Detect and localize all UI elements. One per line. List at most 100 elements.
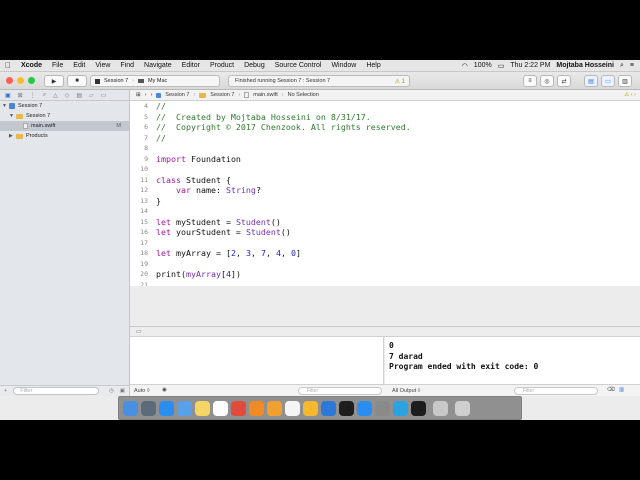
run-button[interactable]: ▶ <box>44 75 64 87</box>
minimize-window-button[interactable] <box>17 77 24 84</box>
hierarchy-icon[interactable]: ⋮ <box>30 92 36 99</box>
user-name[interactable]: Mojtaba Hosseini <box>556 62 614 69</box>
warning-icon[interactable]: △ <box>53 92 58 99</box>
zoom-window-button[interactable] <box>28 77 35 84</box>
standard-editor-button[interactable]: ≡ <box>523 75 537 87</box>
source-editor[interactable]: 456789101112131415161718192021222324 ///… <box>130 101 640 286</box>
line-number[interactable]: 11 <box>130 175 148 186</box>
line-number[interactable]: 8 <box>130 143 148 154</box>
menu-source-control[interactable]: Source Control <box>270 62 327 69</box>
eye-icon[interactable]: ◉ <box>162 387 167 393</box>
line-number[interactable]: 15 <box>130 217 148 228</box>
disclosure-triangle-icon[interactable]: ▶ <box>9 133 16 139</box>
terminal-icon[interactable] <box>411 400 426 416</box>
line-number[interactable]: 9 <box>130 154 148 165</box>
disclosure-triangle-icon[interactable]: ▼ <box>9 113 16 119</box>
line-number[interactable]: 10 <box>130 164 148 175</box>
line-number[interactable]: 16 <box>130 227 148 238</box>
breakpoint-icon[interactable]: ▱ <box>89 92 94 99</box>
jump-bar-group[interactable]: Session 7 <box>210 92 234 98</box>
recent-files-icon[interactable]: ◷ <box>109 388 114 394</box>
debug-icon[interactable]: ▤ <box>76 92 82 99</box>
settings-icon[interactable] <box>375 400 390 416</box>
test-icon[interactable]: ◇ <box>65 92 70 99</box>
firefox-icon[interactable] <box>249 400 264 416</box>
line-number[interactable]: 13 <box>130 196 148 207</box>
all-output-selector[interactable]: All Output ◊ <box>392 388 420 394</box>
split-view-icon[interactable]: ▥ <box>619 387 624 393</box>
apple-icon[interactable]:  <box>0 61 16 70</box>
line-number[interactable]: 7 <box>130 133 148 144</box>
line-number[interactable]: 12 <box>130 185 148 196</box>
jump-bar-file[interactable]: main.swift <box>253 92 277 98</box>
add-icon[interactable]: + <box>4 388 7 394</box>
menu-find[interactable]: Find <box>115 62 139 69</box>
auto-scope-selector[interactable]: Auto ◊ <box>134 388 150 394</box>
menu-xcode[interactable]: Xcode <box>16 62 47 69</box>
close-window-button[interactable] <box>6 77 13 84</box>
launchpad-icon[interactable] <box>141 400 156 416</box>
toggle-navigator-button[interactable]: ▤ <box>584 75 598 87</box>
calendar-icon[interactable] <box>213 400 228 416</box>
search-icon[interactable]: ⌕ <box>620 62 624 70</box>
notes-icon[interactable] <box>195 400 210 416</box>
activity-monitor-icon[interactable] <box>339 400 354 416</box>
navigator-filter-input[interactable]: Filter <box>13 387 99 395</box>
chrome-icon[interactable] <box>231 400 246 416</box>
line-number[interactable]: 17 <box>130 238 148 249</box>
search-icon[interactable]: ⌕ <box>43 92 46 99</box>
toggle-debug-area-button[interactable]: ▭ <box>601 75 615 87</box>
related-items-icon[interactable]: ⊞ <box>136 92 141 98</box>
appstore-icon[interactable] <box>357 400 372 416</box>
assistant-editor-button[interactable]: ◎ <box>540 75 554 87</box>
battery-icon[interactable]: ▭ <box>498 62 505 70</box>
menu-debug[interactable]: Debug <box>239 62 270 69</box>
source-control-icon[interactable]: ⊠ <box>18 92 23 99</box>
wifi-icon[interactable]: ◠ <box>462 62 468 70</box>
menu-product[interactable]: Product <box>205 62 239 69</box>
line-number[interactable]: 14 <box>130 206 148 217</box>
books-icon[interactable] <box>267 400 282 416</box>
hide-debug-area-icon[interactable]: ▭ <box>136 328 142 335</box>
line-number[interactable]: 19 <box>130 259 148 270</box>
menu-view[interactable]: View <box>90 62 115 69</box>
line-number[interactable]: 20 <box>130 269 148 280</box>
menu-window[interactable]: Window <box>326 62 361 69</box>
warning-nav-icon[interactable]: ⚠ ‹ › <box>624 92 640 98</box>
console-filter-input[interactable]: Filter <box>514 387 598 395</box>
disclosure-triangle-icon[interactable]: ▼ <box>2 103 9 109</box>
menu-help[interactable]: Help <box>361 62 385 69</box>
xcode-icon[interactable] <box>321 400 336 416</box>
nav-item-project[interactable]: ▼ Session 7 <box>0 101 129 111</box>
safari-icon[interactable] <box>159 400 174 416</box>
forward-button[interactable]: › <box>150 92 152 98</box>
scheme-selector[interactable]: Session 7 › My Mac <box>90 75 220 87</box>
mail-icon[interactable] <box>177 400 192 416</box>
variables-filter-input[interactable]: Filter <box>298 387 382 395</box>
trash-icon[interactable] <box>455 400 470 416</box>
photos-icon[interactable] <box>285 400 300 416</box>
line-number[interactable]: 6 <box>130 122 148 133</box>
line-number[interactable]: 18 <box>130 248 148 259</box>
nav-item-group[interactable]: ▼ Session 7 <box>0 111 129 121</box>
warning-indicator[interactable]: ⚠ 1 <box>395 78 409 85</box>
trash-icon[interactable]: ⌫ <box>607 387 615 393</box>
menu-navigate[interactable]: Navigate <box>139 62 177 69</box>
nav-item-main-swift[interactable]: main.swift M <box>0 121 129 131</box>
battery-percent[interactable]: 100% <box>474 62 492 69</box>
finder-icon[interactable] <box>123 400 138 416</box>
toggle-inspector-button[interactable]: ▥ <box>618 75 632 87</box>
source-control-filter-icon[interactable]: ▣ <box>120 388 129 394</box>
line-number[interactable]: 4 <box>130 101 148 112</box>
nav-item-products[interactable]: ▶ Products <box>0 131 129 141</box>
line-number[interactable]: 21 <box>130 280 148 287</box>
sketch-icon[interactable] <box>303 400 318 416</box>
tools-icon[interactable] <box>433 400 448 416</box>
notification-icon[interactable]: ≡ <box>630 62 634 69</box>
jump-bar-selection[interactable]: No Selection <box>288 92 319 98</box>
menu-file[interactable]: File <box>47 62 68 69</box>
report-icon[interactable]: ▭ <box>101 92 107 99</box>
version-editor-button[interactable]: ⇄ <box>557 75 571 87</box>
back-button[interactable]: ‹ <box>145 92 147 98</box>
clock[interactable]: Thu 2:22 PM <box>510 62 550 69</box>
